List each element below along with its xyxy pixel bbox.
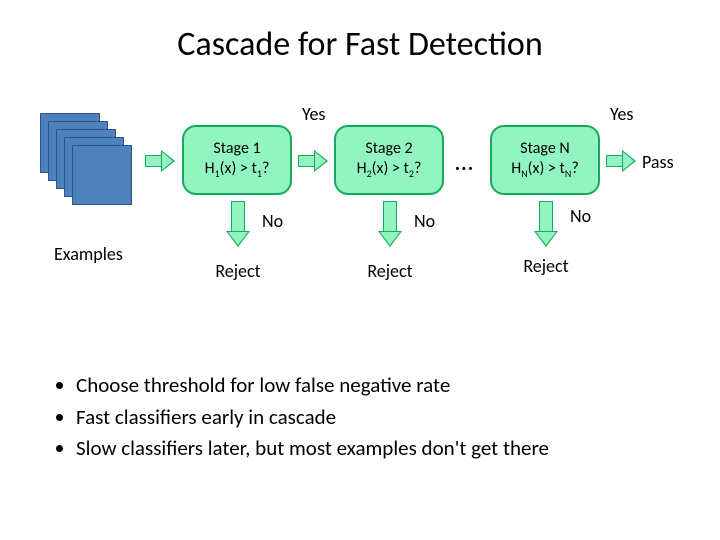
stage-n-reject-label: Reject <box>506 255 586 277</box>
stage-1-reject-label: Reject <box>198 260 278 282</box>
bullet-item: Choose threshold for low false negative … <box>76 370 549 402</box>
stage-n-yes-label: Yes <box>610 103 633 125</box>
stage-2-box: Stage 2 H2(x) > t2? <box>334 125 444 195</box>
stage-n-box: Stage N HN(x) > tN? <box>490 125 600 195</box>
arrow-stage1-down <box>226 201 250 249</box>
stage-n-condition: HN(x) > tN? <box>492 159 598 181</box>
examples-stack <box>40 113 138 201</box>
stage-2-no-label: No <box>414 210 435 232</box>
stage-n-no-label: No <box>570 205 591 227</box>
stage-1-condition: H1(x) > t1? <box>184 159 290 181</box>
cascade-diagram: Examples Stage 1 H1(x) > t1? Yes No Reje… <box>0 95 720 345</box>
examples-label: Examples <box>54 243 123 265</box>
ellipsis-label: … <box>455 145 475 177</box>
bullet-item: Fast classifiers early in cascade <box>76 402 549 434</box>
arrow-to-stage1 <box>145 150 175 172</box>
stage-2-name: Stage 2 <box>336 139 442 159</box>
bullet-list: Choose threshold for low false negative … <box>52 370 549 465</box>
arrow-stage-n-down <box>534 201 558 249</box>
stage-1-name: Stage 1 <box>184 139 290 159</box>
arrow-stage-n-to-pass <box>606 150 636 172</box>
stage-n-name: Stage N <box>492 139 598 159</box>
bullet-item: Slow classifiers later, but most example… <box>76 433 549 465</box>
slide-title: Cascade for Fast Detection <box>0 0 720 65</box>
arrow-stage2-down <box>378 201 402 249</box>
stage-1-yes-label: Yes <box>302 103 325 125</box>
pass-label: Pass <box>642 151 674 173</box>
stage-1-no-label: No <box>262 210 283 232</box>
arrow-stage1-to-stage2 <box>298 150 328 172</box>
stage-2-reject-label: Reject <box>350 260 430 282</box>
stage-1-box: Stage 1 H1(x) > t1? <box>182 125 292 195</box>
stage-2-condition: H2(x) > t2? <box>336 159 442 181</box>
